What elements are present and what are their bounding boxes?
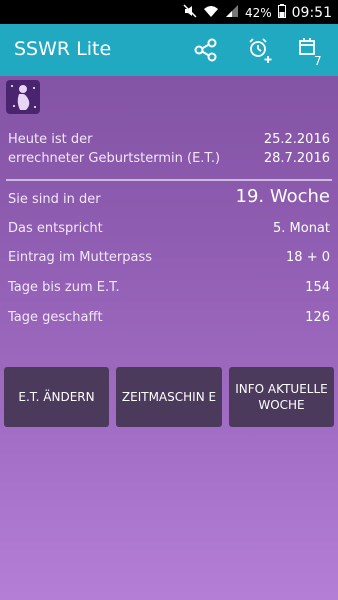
info-week-button[interactable]: INFO AKTUELLE WOCHE [229,367,334,427]
today-label: Heute ist der [8,132,93,147]
battery-text: 42% [244,5,272,20]
month-value: 5. Monat [272,221,330,236]
days-left-value: 154 [305,280,330,295]
wifi-icon [203,4,219,21]
signal-icon [225,4,239,21]
battery-icon [277,4,286,21]
change-et-button[interactable]: E.T. ÄNDERN [4,367,109,427]
mute-icon [183,4,197,21]
due-date-value: 28.7.2016 [263,151,330,166]
week-value: 19. Woche [235,186,330,207]
share-icon[interactable] [192,36,220,64]
days-done-value: 126 [305,310,330,325]
alarm-add-icon[interactable] [246,36,274,64]
divider [6,179,332,181]
month-label: Das entspricht [8,221,103,236]
today-value: 25.2.2016 [263,132,330,147]
days-left-label: Tage bis zum E.T. [8,280,120,295]
days-done-label: Tage geschafft [8,310,103,325]
pregnancy-logo-icon [6,80,40,114]
app-title: SSWR Lite [14,38,112,60]
time-machine-button[interactable]: ZEITMASCHIN E [116,367,222,427]
status-bar: 42% 09:51 [0,0,338,24]
mutterpass-value: 18 + 0 [286,250,330,265]
mutterpass-label: Eintrag im Mutterpass [8,250,153,265]
calendar-badge: 7 [314,54,322,68]
due-date-label: errechneter Geburtstermin (E.T.) [8,151,221,166]
app-bar: SSWR Lite [0,24,338,76]
clock: 09:51 [291,4,332,21]
week-label: Sie sind in der [8,192,101,207]
